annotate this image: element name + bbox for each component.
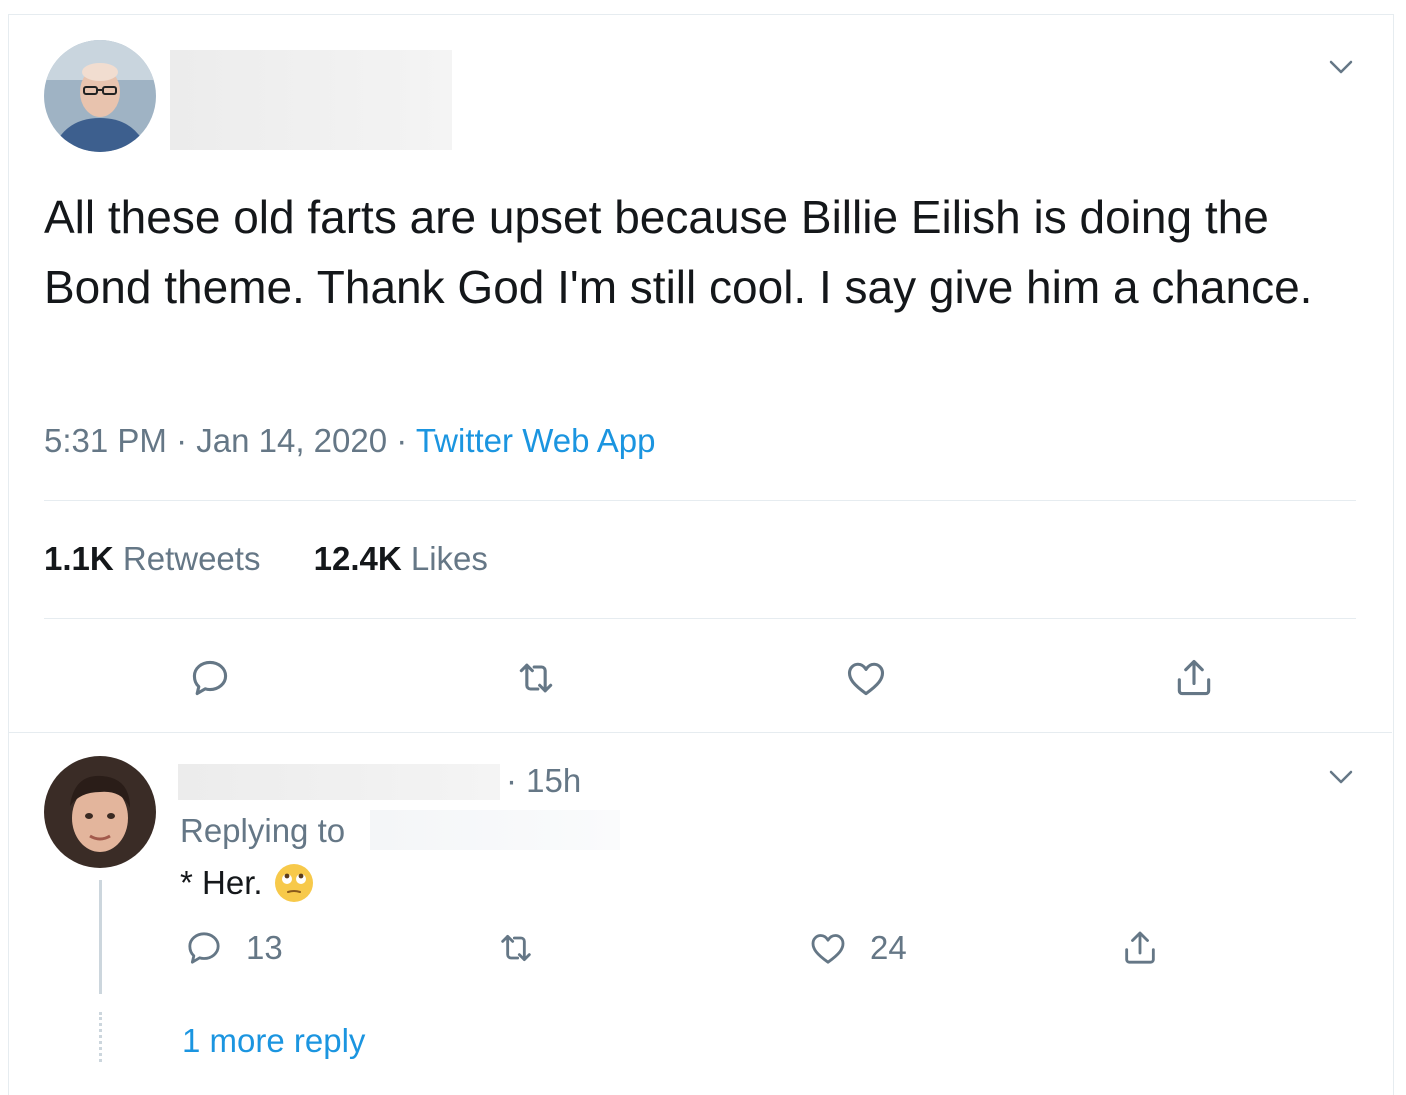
reply-share-button[interactable] (1120, 928, 1160, 968)
retweet-button[interactable] (514, 656, 558, 700)
reply-age[interactable]: · 15h (506, 762, 581, 800)
tweet-date[interactable]: Jan 14, 2020 (196, 422, 387, 459)
tweet-time[interactable]: 5:31 PM (44, 422, 167, 459)
more-replies-link[interactable]: 1 more reply (182, 1022, 365, 1060)
reply-retweet-button[interactable] (496, 928, 536, 968)
share-icon (1125, 931, 1155, 964)
retweets-stat[interactable]: 1.1K Retweets (44, 540, 260, 577)
eye-roll-emoji (274, 864, 313, 902)
tweet-menu-button[interactable] (1326, 52, 1356, 82)
thread-line (99, 880, 102, 994)
reply-icon (192, 660, 228, 696)
tweet-source-link[interactable]: Twitter Web App (416, 422, 656, 459)
likes-stat[interactable]: 12.4K Likes (314, 540, 488, 577)
tweet-text: All these old farts are upset because Bi… (44, 191, 1313, 313)
reply-count: 13 (246, 929, 283, 966)
divider (44, 500, 1356, 501)
meta-separator: · (396, 422, 408, 459)
replying-to-handle-redacted[interactable] (370, 810, 620, 850)
like-button[interactable] (844, 656, 888, 700)
share-button[interactable] (1172, 656, 1216, 700)
chevron-down-icon (1329, 60, 1353, 74)
meta-separator: · (176, 422, 188, 459)
retweets-count: 1.1K (44, 540, 114, 577)
reply-like-button[interactable]: 24 (808, 928, 907, 968)
divider (44, 618, 1356, 619)
reply-icon (188, 932, 220, 964)
reply-text-content: * Her. (180, 864, 263, 901)
reply-menu-button[interactable] (1326, 762, 1356, 792)
likes-count: 12.4K (313, 540, 402, 577)
heart-icon (811, 934, 845, 964)
replying-to-label: Replying to (180, 812, 346, 849)
author-avatar[interactable] (44, 40, 156, 152)
tweet-separator (8, 732, 1392, 733)
like-count: 24 (870, 929, 907, 966)
likes-label: Likes (410, 540, 488, 577)
reply-button[interactable] (188, 656, 232, 700)
heart-icon (847, 662, 885, 696)
thread-dots (99, 1012, 105, 1062)
replier-name-redacted (178, 764, 500, 800)
replier-avatar[interactable] (44, 756, 156, 868)
reply-text: * Her. (180, 862, 315, 904)
retweet-icon (501, 934, 531, 962)
share-icon (1177, 659, 1211, 696)
tweet-stats: 1.1K Retweets 12.4K Likes (44, 540, 488, 578)
chevron-down-icon (1329, 770, 1353, 784)
retweets-label: Retweets (122, 540, 261, 577)
reply-reply-button[interactable]: 13 (184, 928, 283, 968)
tweet-meta: 5:31 PM · Jan 14, 2020 · Twitter Web App (44, 422, 656, 460)
author-name-redacted (170, 50, 452, 150)
retweet-icon (519, 663, 553, 693)
